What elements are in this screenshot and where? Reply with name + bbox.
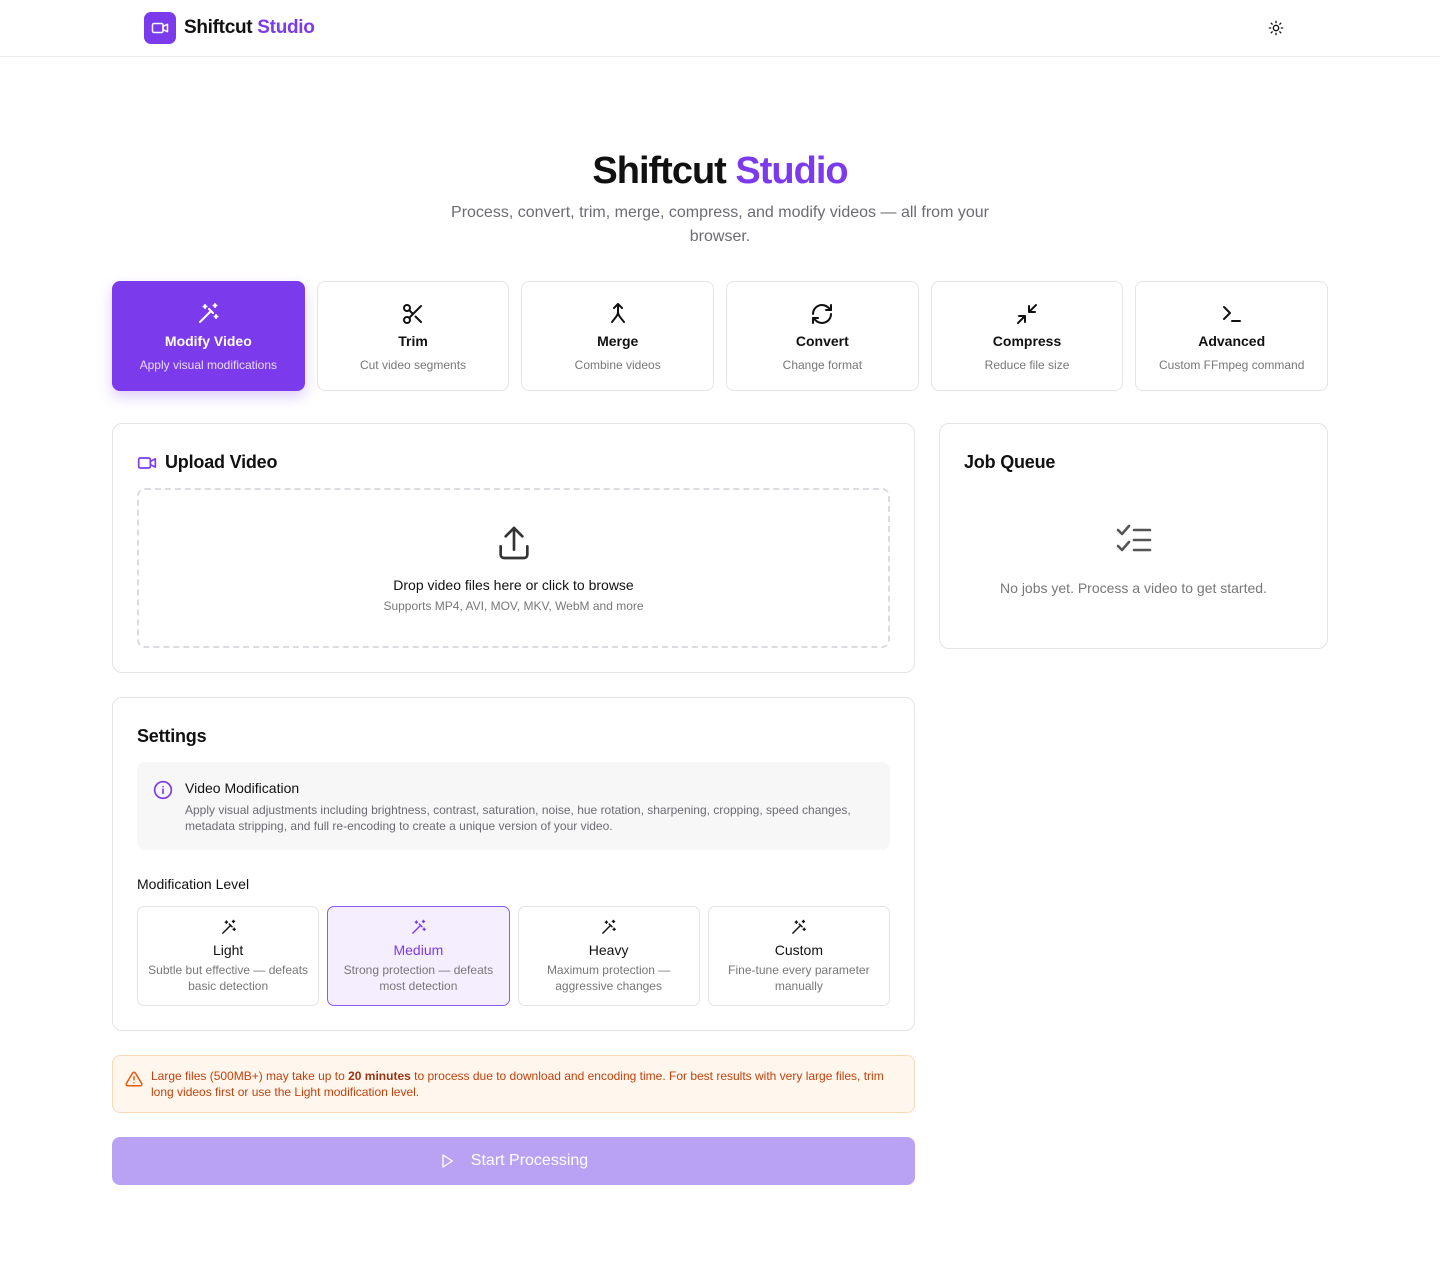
- theme-toggle-button[interactable]: [1264, 16, 1288, 40]
- page-title: Shiftcut Studio: [0, 150, 1440, 193]
- info-description: Apply visual adjustments including brigh…: [185, 803, 851, 833]
- tab-advanced[interactable]: Advanced Custom FFmpeg command: [1135, 281, 1329, 391]
- settings-card: Settings Video Modification Apply visual…: [112, 697, 915, 1031]
- start-processing-label: Start Processing: [470, 1152, 589, 1169]
- brand-name-accent: Studio: [257, 17, 315, 38]
- tab-description: Combine videos: [574, 357, 661, 372]
- level-description: Subtle but effective — defeats basic det…: [148, 963, 309, 993]
- tab-trim[interactable]: Trim Cut video segments: [316, 281, 510, 391]
- checklist-icon: [1116, 524, 1151, 552]
- upload-icon: [498, 526, 529, 560]
- job-queue-heading: Job Queue: [964, 452, 1056, 472]
- info-title: Video Modification: [185, 780, 300, 796]
- level-title: Heavy: [588, 942, 629, 958]
- level-option-medium[interactable]: Medium Strong protection — defeats most …: [327, 906, 510, 1006]
- merge-icon: [606, 301, 630, 327]
- tab-description: Reduce file size: [984, 357, 1070, 372]
- upload-heading-text: Upload Video: [165, 452, 278, 472]
- tab-modify-video[interactable]: Modify Video Apply visual modifications: [112, 281, 305, 391]
- level-option-custom[interactable]: Custom Fine-tune every parameter manuall…: [707, 906, 890, 1006]
- tab-title: Merge: [597, 332, 639, 349]
- page-title-accent: Studio: [735, 150, 848, 192]
- level-description: Strong protection — defeats most detecti…: [343, 963, 494, 993]
- warning-text: Large files (500MB+) may take up to 20 m…: [151, 1068, 901, 1100]
- magic-wand-icon: [196, 301, 220, 327]
- tab-description: Cut video segments: [359, 357, 467, 372]
- warning-text-bold: 20 minutes: [348, 1069, 411, 1083]
- magic-wand-icon: [221, 919, 236, 934]
- brand-logo[interactable]: Shiftcut Studio: [144, 12, 315, 44]
- warning-text-start: Large files (500MB+) may take up to: [151, 1069, 349, 1083]
- video-camera-icon: [137, 456, 157, 469]
- tab-convert[interactable]: Convert Change format: [726, 281, 919, 391]
- modification-level-label: Modification Level: [137, 876, 250, 892]
- dropzone-subtitle: Supports MP4, AVI, MOV, MKV, WebM and mo…: [383, 599, 644, 613]
- level-title: Light: [212, 942, 244, 958]
- magic-wand-icon: [412, 919, 426, 934]
- level-option-heavy[interactable]: Heavy Maximum protection — aggressive ch…: [517, 906, 700, 1006]
- settings-heading: Settings: [137, 726, 207, 746]
- tab-merge[interactable]: Merge Combine videos: [521, 281, 715, 391]
- tab-title: Trim: [398, 332, 428, 349]
- large-file-warning: Large files (500MB+) may take up to 20 m…: [112, 1055, 915, 1113]
- tab-title: Convert: [795, 332, 849, 349]
- job-queue-empty-state: No jobs yet. Process a video to get star…: [940, 524, 1327, 596]
- warning-triangle-icon: [125, 1071, 143, 1087]
- level-option-light[interactable]: Light Subtle but effective — defeats bas…: [137, 906, 320, 1006]
- tab-description: Apply visual modifications: [139, 357, 278, 372]
- modification-level-options: Light Subtle but effective — defeats bas…: [137, 906, 890, 1006]
- refresh-icon: [810, 301, 834, 327]
- tab-compress[interactable]: Compress Reduce file size: [930, 281, 1124, 391]
- upload-heading: Upload Video: [137, 452, 277, 473]
- dropzone-title: Drop video files here or click to browse: [393, 577, 634, 593]
- brand-name: Shiftcut Studio: [184, 17, 315, 39]
- play-icon: [442, 1154, 453, 1168]
- level-description: Fine-tune every parameter manually: [728, 963, 870, 993]
- job-queue-empty-text: No jobs yet. Process a video to get star…: [1000, 580, 1267, 596]
- sun-icon: [1268, 20, 1284, 36]
- brand-name-main: Shiftcut: [184, 17, 253, 38]
- info-box: Video Modification Apply visual adjustme…: [137, 762, 890, 850]
- page-subtitle: Process, convert, trim, merge, compress,…: [451, 204, 989, 245]
- upload-card: Upload Video Drop video files here or cl…: [112, 423, 915, 673]
- minimize-icon: [1015, 301, 1039, 327]
- start-processing-button[interactable]: Start Processing: [112, 1137, 915, 1185]
- magic-wand-icon: [602, 919, 617, 934]
- tab-title: Advanced: [1198, 332, 1266, 349]
- scissors-icon: [401, 301, 425, 327]
- level-title: Medium: [393, 942, 444, 958]
- level-description: Maximum protection — aggressive changes: [546, 963, 671, 993]
- page-title-main: Shiftcut: [592, 150, 726, 192]
- magic-wand-icon: [792, 919, 807, 934]
- tab-title: Compress: [992, 332, 1062, 349]
- tool-tabs: Modify Video Apply visual modifications …: [112, 281, 1329, 391]
- info-icon: [153, 780, 173, 800]
- upload-dropzone[interactable]: Drop video files here or click to browse…: [137, 488, 890, 648]
- job-queue-card: Job Queue No jobs yet. Process a video t…: [939, 423, 1328, 649]
- tab-description: Change format: [782, 357, 863, 372]
- tab-title: Modify Video: [164, 332, 252, 349]
- terminal-icon: [1220, 301, 1244, 327]
- tab-description: Custom FFmpeg command: [1159, 357, 1305, 372]
- top-bar: Shiftcut Studio: [0, 0, 1440, 57]
- level-title: Custom: [774, 942, 823, 958]
- video-camera-icon: [144, 12, 176, 44]
